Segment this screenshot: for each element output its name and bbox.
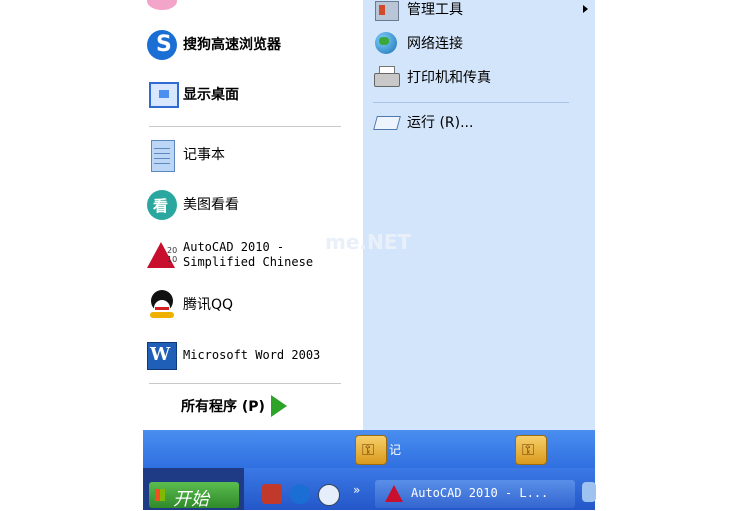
separator [149,126,341,127]
autocad-icon: 20 10 [145,238,179,272]
menu-item-word[interactable]: W Microsoft Word 2003 [143,333,363,377]
admin-tools-icon [373,0,399,21]
start-menu-right-column: 管理工具 网络连接 打印机和传真 运行 (R)... [363,0,595,430]
all-programs-button[interactable]: 所有程序 (P) [181,392,331,420]
separator [149,383,341,384]
menu-item-run[interactable]: 运行 (R)... [373,109,588,135]
menu-item-label: 打印机和传真 [407,70,491,86]
start-button[interactable]: 开始 [143,468,244,510]
menu-item-sogou-browser[interactable]: S 搜狗高速浏览器 [143,23,363,67]
menu-item-label: AutoCAD 2010 - Simplified Chinese [183,240,314,269]
menu-item-printers[interactable]: 打印机和传真 [373,64,588,90]
taskbar-autocad-button[interactable]: AutoCAD 2010 - L... [375,480,575,508]
menu-item-network[interactable]: 网络连接 [373,30,588,56]
network-globe-icon [373,31,399,55]
partial-top-item[interactable] [145,0,345,12]
solidworks-icon[interactable] [262,484,282,504]
ie-quicklaunch-icon[interactable] [318,484,340,506]
menu-item-notepad[interactable]: 记事本 [143,133,363,177]
autocad-task-icon [385,485,403,502]
run-icon [373,110,401,134]
meitu-viewer-icon: 看 [145,188,179,222]
logoff-button[interactable]: ⚿ [355,435,387,465]
start-label: 开始 [173,489,209,510]
menu-item-label: 网络连接 [407,36,463,52]
menu-item-label: 运行 (R)... [407,115,474,131]
key-icon: ⚿ [362,440,375,459]
submenu-arrow-icon [583,5,588,13]
menu-item-show-desktop[interactable]: 显示桌面 [143,73,363,117]
key-icon: ⚿ [522,440,535,459]
menu-item-label: Microsoft Word 2003 [183,347,321,362]
menu-item-label: 美图看看 [183,196,239,213]
show-desktop-icon [145,78,179,112]
menu-item-qq[interactable]: 腾讯QQ [143,283,363,327]
start-button-face: 开始 [149,482,239,510]
menu-item-meitu[interactable]: 看 美图看看 [143,183,363,227]
menu-item-label: 显示桌面 [183,86,239,103]
start-menu-bottom-bar: ⚿ 记 ⚿ [143,430,595,468]
start-menu-left-column: S 搜狗高速浏览器 显示桌面 记事本 看 美图看看 20 10 AutoCAD 2… [143,0,363,430]
sogou-browser-quicklaunch-icon[interactable] [290,484,310,504]
menu-item-label: 记事本 [183,146,225,163]
chevron-more-icon[interactable]: » [353,483,360,497]
menu-item-admin-tools[interactable]: 管理工具 [373,0,588,22]
tray-edge-icon[interactable] [582,482,596,502]
word-icon: W [145,338,179,372]
taskbar-autocad-label: AutoCAD 2010 - L... [411,486,549,500]
notepad-icon [145,138,179,172]
logoff-label: 记 [389,443,402,457]
qq-penguin-icon [145,288,179,322]
watermark-text: me.NET [325,230,412,254]
shutdown-button[interactable]: ⚿ [515,435,547,465]
meitu-partial-icon [147,0,177,10]
all-programs-label: 所有程序 (P) [181,399,265,415]
printer-icon [373,65,400,89]
menu-item-label: 管理工具 [407,2,463,18]
separator [373,102,569,103]
green-arrow-icon [270,395,287,417]
menu-item-label: 搜狗高速浏览器 [183,36,281,53]
sogou-browser-icon: S [145,28,179,62]
menu-item-label: 腾讯QQ [183,296,234,313]
windows-logo-icon [155,489,165,501]
